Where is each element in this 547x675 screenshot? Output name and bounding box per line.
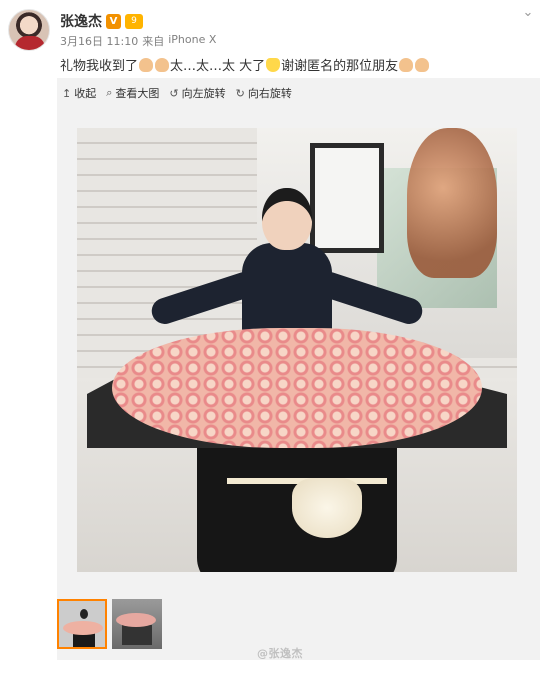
- pray-emoji-icon: [415, 57, 430, 72]
- media-toolbar: ↥ 收起 ⌕ 查看大图 ↺ 向左旋转 ↻ 向右旋转: [57, 78, 540, 108]
- rotate-right-button[interactable]: ↻ 向右旋转: [236, 85, 292, 101]
- pray-emoji-icon: [139, 57, 154, 72]
- thumb-roses: [63, 621, 103, 635]
- roses: [112, 328, 482, 448]
- view-large-label: 查看大图: [115, 87, 160, 100]
- thumb-roses: [116, 613, 156, 627]
- main-photo[interactable]: [77, 128, 517, 572]
- media-viewer: ↥ 收起 ⌕ 查看大图 ↺ 向左旋转 ↻ 向右旋转 @张逸杰: [57, 78, 540, 660]
- pray-emoji-icon: [155, 57, 170, 72]
- member-level-icon[interactable]: 9: [125, 13, 143, 29]
- thumbnail-2[interactable]: [112, 599, 162, 649]
- watermark: @张逸杰: [257, 647, 303, 660]
- source-prefix: 来自: [142, 35, 165, 48]
- post-text-part2: 太…太…太 大了: [170, 59, 266, 74]
- post-source[interactable]: iPhone X: [168, 33, 216, 49]
- search-icon: ⌕: [106, 86, 113, 99]
- verified-icon[interactable]: V: [106, 13, 121, 29]
- rotate-right-label: 向右旋转: [247, 87, 292, 100]
- head: [262, 188, 312, 250]
- post-text: 礼物我收到了 太…太…太 大了 谢谢匿名的那位朋友: [60, 55, 430, 74]
- post-text-part1: 礼物我收到了: [60, 59, 139, 74]
- chevron-down-icon[interactable]: ⌄: [520, 6, 536, 20]
- post-time[interactable]: 3月16日 11:10: [60, 33, 138, 49]
- collapse-label: 收起: [74, 87, 97, 100]
- rotate-left-button[interactable]: ↺ 向左旋转: [169, 85, 225, 101]
- thumbnail-strip: [57, 599, 162, 649]
- collapse-button[interactable]: ↥ 收起: [62, 85, 96, 101]
- avatar[interactable]: [8, 9, 50, 51]
- post-meta: 3月16日 11:10 来自 iPhone X: [60, 33, 216, 49]
- thumb-person: [80, 609, 88, 619]
- thumbnail-1[interactable]: [57, 599, 107, 649]
- ribbon-bow: [292, 478, 362, 538]
- name-row: 张逸杰 V 9: [60, 11, 143, 31]
- rose-bouquet: [87, 328, 507, 572]
- rotate-left-icon: ↺: [169, 86, 179, 100]
- view-large-button[interactable]: ⌕ 查看大图: [106, 85, 159, 101]
- pray-emoji-icon: [399, 57, 414, 72]
- arrow-up-icon: ↥: [62, 86, 72, 100]
- cat-emoji-icon: [266, 57, 281, 72]
- weibo-post: 张逸杰 V 9 3月16日 11:10 来自 iPhone X ⌄ 礼物我收到了…: [0, 0, 547, 675]
- rotate-right-icon: ↻: [235, 86, 245, 100]
- rotate-left-label: 向左旋转: [181, 87, 226, 100]
- post-text-part3: 谢谢匿名的那位朋友: [281, 59, 399, 74]
- username[interactable]: 张逸杰: [60, 11, 102, 31]
- thumb-base: [122, 625, 152, 645]
